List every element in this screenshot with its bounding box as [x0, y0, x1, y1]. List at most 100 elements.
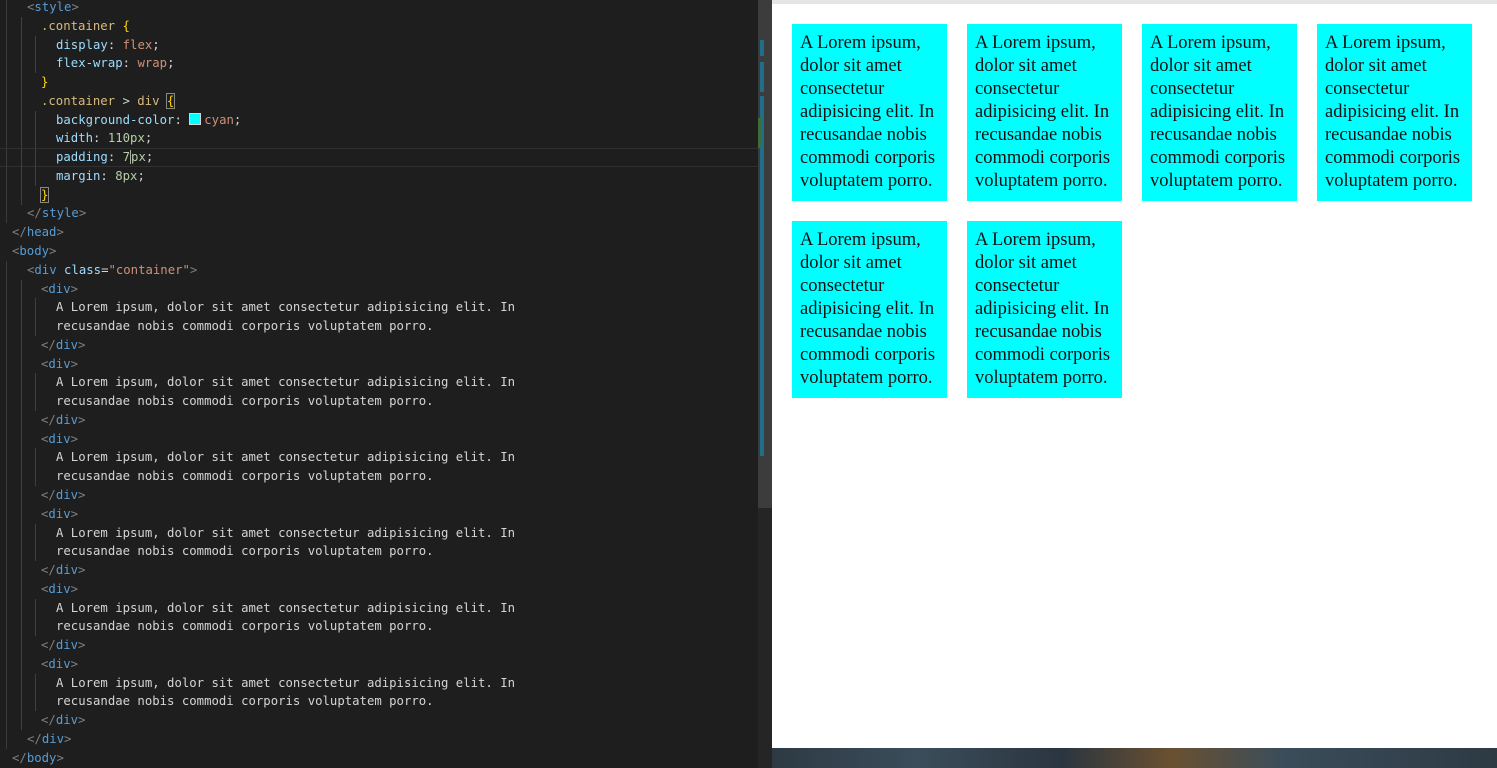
code-line[interactable]: </head>: [0, 223, 758, 242]
indent-guide: [6, 260, 7, 280]
code-editor[interactable]: <style> .container {display: flex; flex-wr…: [0, 0, 758, 768]
code-line[interactable]: recusandae nobis commodi corporis volupt…: [0, 317, 758, 337]
code-text: A Lorem ipsum, dolor sit amet consectetu…: [56, 450, 516, 465]
indent-guide: [6, 636, 7, 656]
code-line[interactable]: </body>: [0, 749, 758, 768]
code-line[interactable]: <div>: [0, 504, 758, 524]
code-line[interactable]: <div>: [0, 279, 758, 299]
indent-guide: [21, 335, 22, 355]
indent-guide: [21, 561, 22, 581]
indent-guide: [6, 317, 7, 337]
code-line[interactable]: A Lorem ipsum, dolor sit amet consectetu…: [0, 448, 758, 468]
indent-guide: [6, 110, 7, 130]
code-text: recusandae nobis commodi corporis volupt…: [56, 469, 434, 484]
indent-guide: [21, 166, 22, 186]
code-line[interactable]: A Lorem ipsum, dolor sit amet consectetu…: [0, 598, 758, 618]
indent-guide: [21, 354, 22, 374]
code-text: width: 110px;: [56, 131, 153, 146]
indent-guide: [35, 617, 36, 637]
code-line[interactable]: </div>: [0, 711, 758, 731]
code-text: A Lorem ipsum, dolor sit amet consectetu…: [56, 300, 516, 315]
code-line[interactable]: margin: 8px;: [0, 166, 758, 186]
indent-guide: [35, 149, 36, 169]
code-line[interactable]: .container {: [0, 16, 758, 36]
code-line[interactable]: }: [0, 73, 758, 93]
indent-guide: [21, 711, 22, 731]
code-text: A Lorem ipsum, dolor sit amet consectetu…: [56, 525, 516, 540]
code-line[interactable]: recusandae nobis commodi corporis volupt…: [0, 392, 758, 412]
code-text: </div>: [41, 337, 86, 352]
indent-guide: [35, 673, 36, 693]
indent-guide: [35, 129, 36, 149]
editor-scrollbar[interactable]: [758, 0, 772, 768]
cyan-box: A Lorem ipsum, dolor sit amet consectetu…: [967, 24, 1122, 201]
code-text: <div class="container">: [27, 262, 198, 277]
indent-guide: [6, 185, 7, 205]
indent-guide: [21, 73, 22, 93]
code-line[interactable]: recusandae nobis commodi corporis volupt…: [0, 467, 758, 487]
code-text: margin: 8px;: [56, 168, 145, 183]
code-line[interactable]: recusandae nobis commodi corporis volupt…: [0, 692, 758, 712]
code-line[interactable]: .container > div {: [0, 91, 758, 111]
code-line[interactable]: width: 110px;: [0, 129, 758, 149]
code-text: padding: 7px;: [56, 150, 154, 165]
minimap-marker: [760, 40, 764, 56]
code-line[interactable]: flex-wrap: wrap;: [0, 54, 758, 74]
indent-guide: [21, 149, 22, 169]
indent-guide: [6, 467, 7, 487]
code-line[interactable]: <div>: [0, 354, 758, 374]
code-line[interactable]: </div>: [0, 486, 758, 506]
indent-guide: [35, 110, 36, 130]
code-line[interactable]: recusandae nobis commodi corporis volupt…: [0, 617, 758, 637]
code-line[interactable]: background-color: cyan;: [0, 110, 758, 130]
indent-guide: [6, 617, 7, 637]
indent-guide: [6, 16, 7, 36]
code-line[interactable]: <div>: [0, 654, 758, 674]
indent-guide: [35, 166, 36, 186]
code-text: </div>: [41, 412, 86, 427]
code-line[interactable]: <body>: [0, 242, 758, 261]
code-line[interactable]: <div>: [0, 429, 758, 449]
indent-guide: [21, 486, 22, 506]
indent-guide: [6, 410, 7, 430]
code-text: <div>: [41, 656, 79, 671]
code-line[interactable]: A Lorem ipsum, dolor sit amet consectetu…: [0, 298, 758, 318]
code-line[interactable]: display: flex;: [0, 35, 758, 55]
code-line[interactable]: </div>: [0, 335, 758, 355]
cyan-box: A Lorem ipsum, dolor sit amet consectetu…: [967, 221, 1122, 398]
code-text: flex-wrap: wrap;: [56, 56, 175, 71]
code-text: <div>: [41, 581, 79, 596]
indent-guide: [6, 335, 7, 355]
indent-guide: [6, 504, 7, 524]
code-text: <div>: [41, 281, 79, 296]
code-line[interactable]: </div>: [0, 410, 758, 430]
code-line[interactable]: A Lorem ipsum, dolor sit amet consectetu…: [0, 373, 758, 393]
code-line[interactable]: <div class="container">: [0, 260, 758, 280]
code-line[interactable]: A Lorem ipsum, dolor sit amet consectetu…: [0, 523, 758, 543]
code-line[interactable]: </div>: [0, 730, 758, 750]
code-line[interactable]: A Lorem ipsum, dolor sit amet consectetu…: [0, 673, 758, 693]
indent-guide: [21, 542, 22, 562]
indent-guide: [6, 542, 7, 562]
code-line[interactable]: </style>: [0, 204, 758, 224]
code-line[interactable]: padding: 7px;: [0, 148, 758, 169]
indent-guide: [6, 0, 7, 17]
code-line[interactable]: <style>: [0, 0, 758, 17]
indent-guide: [21, 598, 22, 618]
indent-guide: [21, 110, 22, 130]
indent-guide: [21, 579, 22, 599]
code-line[interactable]: </div>: [0, 561, 758, 581]
cyan-box: A Lorem ipsum, dolor sit amet consectetu…: [792, 24, 947, 201]
indent-guide: [21, 467, 22, 487]
indent-guide: [21, 279, 22, 299]
indent-guide: [21, 185, 22, 205]
indent-guide: [21, 317, 22, 337]
indent-guide: [6, 35, 7, 55]
indent-guide: [35, 392, 36, 412]
code-line[interactable]: <div>: [0, 579, 758, 599]
code-line[interactable]: </div>: [0, 636, 758, 656]
code-line[interactable]: recusandae nobis commodi corporis volupt…: [0, 542, 758, 562]
indent-guide: [35, 598, 36, 618]
indent-guide: [21, 448, 22, 468]
code-line[interactable]: }: [0, 185, 758, 205]
